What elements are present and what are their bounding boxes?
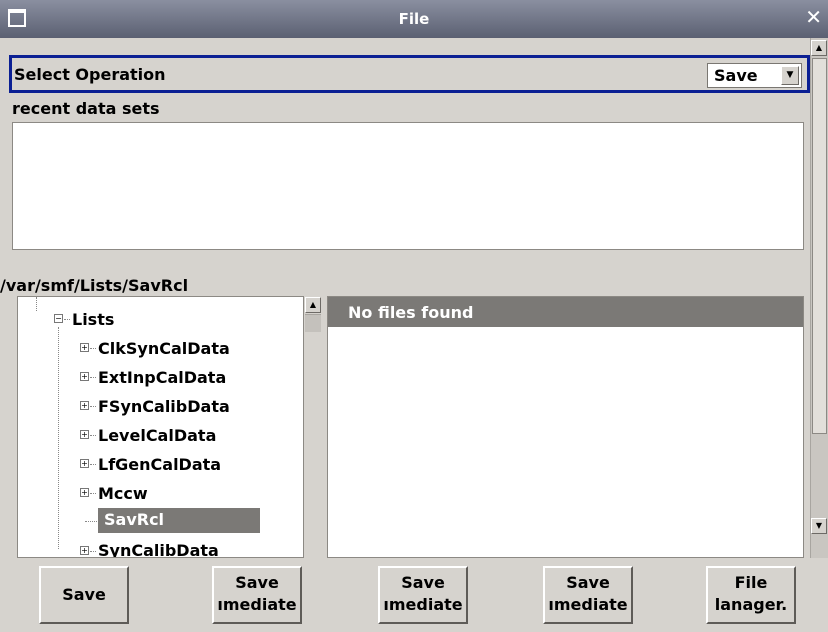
files-list[interactable]: No files found <box>327 296 804 558</box>
button-bar: Save Save ımediate Save ımediate Save ım… <box>0 560 828 632</box>
file-manager-button[interactable]: File lanager. <box>706 566 796 624</box>
recent-data-sets-label: recent data sets <box>12 99 160 118</box>
select-operation-row: Select Operation Save ▼ <box>9 55 810 93</box>
chevron-down-icon[interactable]: ▼ <box>781 66 799 85</box>
tree-line <box>36 297 37 311</box>
scroll-up-icon[interactable]: ▲ <box>305 297 321 313</box>
tree-item[interactable]: ClkSynCalData <box>98 339 230 358</box>
tree-line <box>90 493 96 494</box>
tree-item[interactable]: LevelCalData <box>98 426 216 445</box>
operation-select[interactable]: Save ▼ <box>707 63 802 88</box>
tree-item[interactable]: LfGenCalData <box>98 455 221 474</box>
window-title: File <box>398 10 430 28</box>
title-bar: File ✕ <box>0 0 828 38</box>
operation-select-value: Save <box>714 66 758 85</box>
tree-scrollbar-thumb[interactable] <box>305 314 321 332</box>
save-immediate-1-button[interactable]: Save ımediate <box>212 566 302 624</box>
save-immediate-3-button[interactable]: Save ımediate <box>543 566 633 624</box>
tree-item[interactable]: SynCalibData <box>98 541 219 557</box>
plus-box-icon[interactable]: + <box>80 430 89 439</box>
main-content: Select Operation Save ▼ recent data sets… <box>0 38 810 558</box>
files-list-header: No files found <box>328 297 803 327</box>
file-dialog: Select Operation Save ▼ recent data sets… <box>0 38 828 632</box>
recent-data-sets-list[interactable] <box>12 122 804 250</box>
button-label-line2: lanager. <box>714 595 788 614</box>
tree-line <box>90 406 96 407</box>
tree-line <box>85 521 97 522</box>
scroll-down-icon[interactable]: ▼ <box>811 518 827 534</box>
tree-item[interactable]: FSynCalibData <box>98 397 230 416</box>
tree-item-lists[interactable]: Lists <box>72 310 114 329</box>
minus-box-icon[interactable]: − <box>54 314 63 323</box>
button-label-line2: ımediate <box>217 595 297 614</box>
window-scrollbar-thumb[interactable] <box>812 58 827 434</box>
plus-box-icon[interactable]: + <box>80 459 89 468</box>
tree-line <box>90 377 96 378</box>
tree-item[interactable]: Mccw <box>98 484 148 503</box>
button-label-line2: ımediate <box>548 595 628 614</box>
tree-line <box>90 551 96 552</box>
files-list-header-text: No files found <box>348 303 474 322</box>
button-label-line1: Save <box>401 573 445 592</box>
tree-scrollbar[interactable]: ▲ <box>303 296 323 558</box>
save-immediate-2-button[interactable]: Save ımediate <box>378 566 468 624</box>
tree-item[interactable]: ExtInpCalData <box>98 368 226 387</box>
current-path-text: /var/smf/Lists/SavRcl <box>0 276 189 295</box>
button-label-line1: Save <box>235 573 279 592</box>
directory-tree[interactable]: − Lists + ClkSynCalData + ExtInpCalData … <box>17 296 323 558</box>
plus-box-icon[interactable]: + <box>80 343 89 352</box>
button-label-line1: File <box>734 573 768 592</box>
button-label-line1: Save <box>566 573 610 592</box>
window-scrollbar[interactable]: ▲ ▼ <box>810 38 828 558</box>
tree-line <box>64 319 70 320</box>
tree-line <box>58 327 59 549</box>
tree-line <box>90 464 96 465</box>
tree-line <box>90 348 96 349</box>
save-button-label: Save <box>62 585 106 604</box>
current-path: /var/smf/Lists/SavRcl <box>0 276 188 295</box>
plus-box-icon[interactable]: + <box>80 488 89 497</box>
select-operation-label: Select Operation <box>14 65 166 84</box>
plus-box-icon[interactable]: + <box>80 546 89 555</box>
plus-box-icon[interactable]: + <box>80 372 89 381</box>
button-label-line2: ımediate <box>383 595 463 614</box>
tree-line <box>90 435 96 436</box>
plus-box-icon[interactable]: + <box>80 401 89 410</box>
close-icon[interactable]: ✕ <box>805 7 822 27</box>
tree-item-selected[interactable]: SavRcl <box>98 508 260 533</box>
scroll-up-icon[interactable]: ▲ <box>811 40 827 56</box>
save-button[interactable]: Save <box>39 566 129 624</box>
